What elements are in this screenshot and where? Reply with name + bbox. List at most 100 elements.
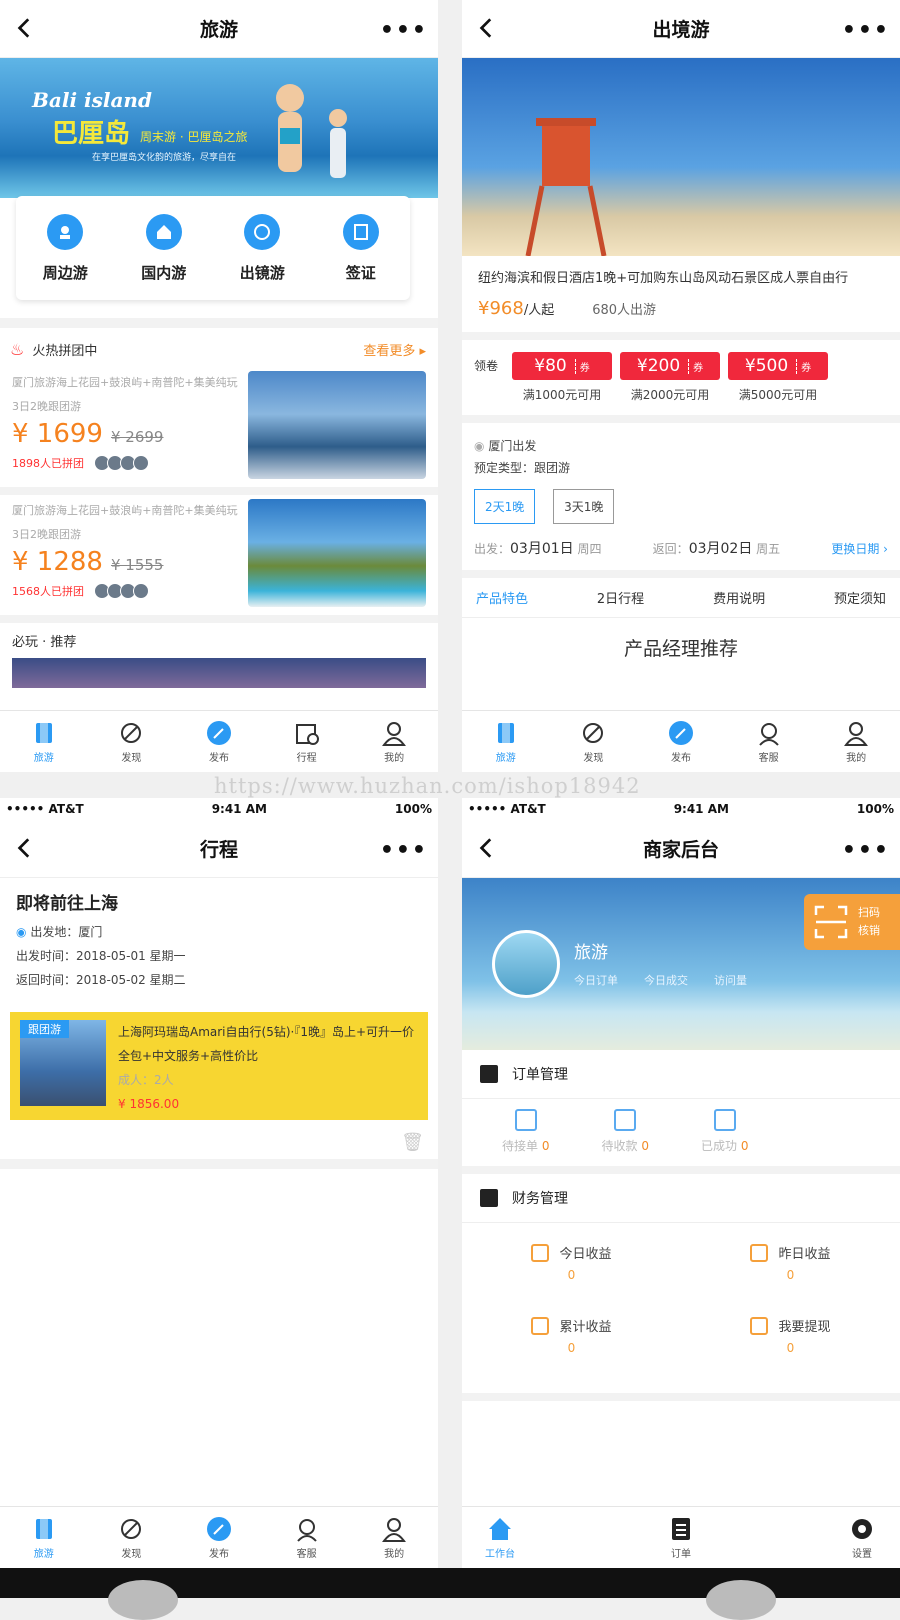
tab-features[interactable]: 产品特色 xyxy=(476,588,528,607)
tab-costs[interactable]: 费用说明 xyxy=(713,588,765,607)
tab-tour[interactable]: 旅游 xyxy=(14,1515,74,1560)
battery: 100% xyxy=(394,802,432,816)
bali-banner-image[interactable]: Bali island 巴厘岛 周末游 · 巴厘岛之旅 在享巴厘岛文化韵的旅游，… xyxy=(0,58,438,198)
avatar-group xyxy=(94,455,149,471)
navbar: 出境游 ••• xyxy=(462,0,900,58)
tab-discover[interactable]: 发现 xyxy=(101,719,161,764)
finance-withdraw[interactable]: 我要提现 0 xyxy=(681,1308,900,1381)
category-visa[interactable]: 签证 xyxy=(321,213,401,283)
finance-today[interactable]: 今日收益 0 xyxy=(462,1235,681,1308)
order-pending-payment[interactable]: 待收款 0 xyxy=(601,1109,649,1154)
shop-avatar[interactable] xyxy=(492,930,560,998)
order-pending-accept[interactable]: 待接单 0 xyxy=(502,1109,549,1154)
banner-caption: 在享巴厘岛文化韵的旅游，尽享自在 xyxy=(92,153,237,163)
tab-publish[interactable]: 发布 xyxy=(189,1515,249,1560)
panel-itinerary: ••••• AT&T 9:41 AM 100% 行程 ••• 即将前往上海 ◉ … xyxy=(0,798,438,1568)
beach-lifeguard-image[interactable] xyxy=(462,58,900,256)
coins-icon xyxy=(531,1316,550,1335)
deal-old-price: ¥ 1555 xyxy=(110,556,164,574)
tab-profile[interactable]: 我的 xyxy=(826,719,886,764)
category-label: 国内游 xyxy=(141,263,187,282)
recommend-title: 必玩 · 推荐 xyxy=(12,635,77,650)
finance-yesterday[interactable]: 昨日收益 0 xyxy=(681,1235,900,1308)
group-tour-badge: 跟团游 xyxy=(20,1020,69,1038)
panel-merchant-backend: ••••• AT&T 9:41 AM 100% 商家后台 ••• 旅游 今日订单… xyxy=(462,798,900,1568)
profile-icon xyxy=(382,722,407,746)
tab-publish[interactable]: 发布 xyxy=(651,719,711,764)
hot-group-header: ♨ 火热拼团中 查看更多 ▸ xyxy=(0,328,438,367)
service-icon xyxy=(296,1519,317,1542)
change-date-link[interactable]: 更换日期 › xyxy=(831,540,888,557)
depart-city: 厦门出发 xyxy=(488,439,537,453)
finance-total[interactable]: 累计收益 0 xyxy=(462,1308,681,1381)
coupon-500[interactable]: ¥500 券满5000元可用 xyxy=(728,352,829,403)
duration-option-2d1n[interactable]: 2天1晚 xyxy=(474,489,536,524)
tab-booking-notes[interactable]: 预定须知 xyxy=(834,588,886,607)
category-outbound[interactable]: 出镜游 xyxy=(222,213,302,283)
calendar-icon xyxy=(750,1243,769,1262)
page-title: 出境游 xyxy=(652,19,710,41)
trip-card[interactable]: 跟团游 上海阿玛瑞岛Amari自由行(5钻)·『1晚』岛上+可升一价全包+中文服… xyxy=(10,1012,428,1120)
depart-date: 03月01日 xyxy=(510,541,574,557)
booking-options: ◉ 厦门出发 预定类型：跟团游 2天1晚 3天1晚 出发：03月01日 周四 返… xyxy=(474,439,888,557)
tab-profile[interactable]: 我的 xyxy=(364,719,424,764)
back-arrow-icon[interactable] xyxy=(12,15,38,41)
trash-icon[interactable]: 🗑 xyxy=(0,1126,438,1159)
tab-discover[interactable]: 发现 xyxy=(563,719,623,764)
finance-grid: 今日收益 0 昨日收益 0 累计收益 0 我要提现 0 xyxy=(462,1223,900,1401)
detail-tabs: 产品特色 2日行程 费用说明 预定须知 xyxy=(462,570,900,618)
back-arrow-icon[interactable] xyxy=(474,835,500,861)
tab-tour[interactable]: 旅游 xyxy=(476,719,536,764)
coupon-label: 领卷 xyxy=(474,359,499,373)
more-icon[interactable]: ••• xyxy=(842,18,890,43)
coupon-200[interactable]: ¥200 券满2000元可用 xyxy=(620,352,721,403)
more-icon[interactable]: ••• xyxy=(380,838,428,863)
tab-bar: 旅游 发现 发布 客服 我的 xyxy=(0,1506,438,1568)
more-icon[interactable]: ••• xyxy=(380,18,428,43)
divider xyxy=(0,1159,438,1169)
order-completed[interactable]: 已成功 0 xyxy=(701,1109,748,1154)
tab-service[interactable]: 客服 xyxy=(739,719,799,764)
trip-card-people: 成人：2人 xyxy=(118,1073,174,1087)
category-nearby[interactable]: 周边游 xyxy=(25,213,105,283)
tab-discover[interactable]: 发现 xyxy=(101,1515,161,1560)
tab-publish[interactable]: 发布 xyxy=(189,719,249,764)
booking-type: 预定类型：跟团游 xyxy=(474,461,571,475)
more-icon[interactable]: ••• xyxy=(842,838,890,863)
tab-itinerary[interactable]: 2日行程 xyxy=(597,588,644,607)
sold-count: 680人出游 xyxy=(592,303,657,318)
carrier: ••••• AT&T xyxy=(6,802,84,816)
discover-icon xyxy=(121,723,142,743)
carrier: ••••• AT&T xyxy=(468,802,546,816)
deal-count: 1568人已拼团 xyxy=(12,585,84,598)
tab-bar: 旅游 发现 发布 客服 我的 xyxy=(462,710,900,772)
back-arrow-icon[interactable] xyxy=(12,835,38,861)
itinerary-icon xyxy=(295,724,319,745)
deal-item[interactable]: 厦门旅游海上花园+鼓浪屿+南普陀+集美纯玩3日2晚跟团游 ¥ 1699 ¥ 269… xyxy=(0,367,438,495)
depart-place: 出发地：厦门 xyxy=(30,925,103,939)
category-domestic[interactable]: 国内游 xyxy=(124,213,204,283)
tab-workbench[interactable]: 工作台 xyxy=(470,1515,530,1560)
navbar: 旅游 ••• xyxy=(0,0,438,58)
page-title: 商家后台 xyxy=(642,839,719,861)
tab-orders[interactable]: 订单 xyxy=(651,1515,711,1560)
recommend-banner-image[interactable] xyxy=(12,658,426,688)
scan-verify-button[interactable]: 扫码 核销 xyxy=(804,894,900,950)
duration-option-3d1n[interactable]: 3天1晚 xyxy=(553,489,615,524)
back-arrow-icon[interactable] xyxy=(474,15,500,41)
deal-item[interactable]: 厦门旅游海上花园+鼓浪屿+南普陀+集美纯玩3日2晚跟团游 ¥ 1288 ¥ 155… xyxy=(0,495,438,623)
page-title: 行程 xyxy=(199,839,238,861)
deal-image-city xyxy=(248,371,426,479)
completed-icon xyxy=(713,1109,736,1131)
coupon-section: 领卷 ¥80 券满1000元可用 ¥200 券满2000元可用 ¥500 券满5000元可用 xyxy=(462,332,900,423)
see-more-link[interactable]: 查看更多 ▸ xyxy=(363,340,426,359)
tab-profile[interactable]: 我的 xyxy=(364,1515,424,1560)
publish-icon xyxy=(668,721,693,745)
tab-settings[interactable]: 设置 xyxy=(832,1515,892,1560)
page-title: 旅游 xyxy=(199,19,238,41)
tab-tour[interactable]: 旅游 xyxy=(14,719,74,764)
banner-brand: Bali island xyxy=(32,88,152,112)
coupon-80[interactable]: ¥80 券满1000元可用 xyxy=(512,352,613,403)
tab-service[interactable]: 客服 xyxy=(277,1515,337,1560)
tab-itinerary[interactable]: 行程 xyxy=(277,719,337,764)
